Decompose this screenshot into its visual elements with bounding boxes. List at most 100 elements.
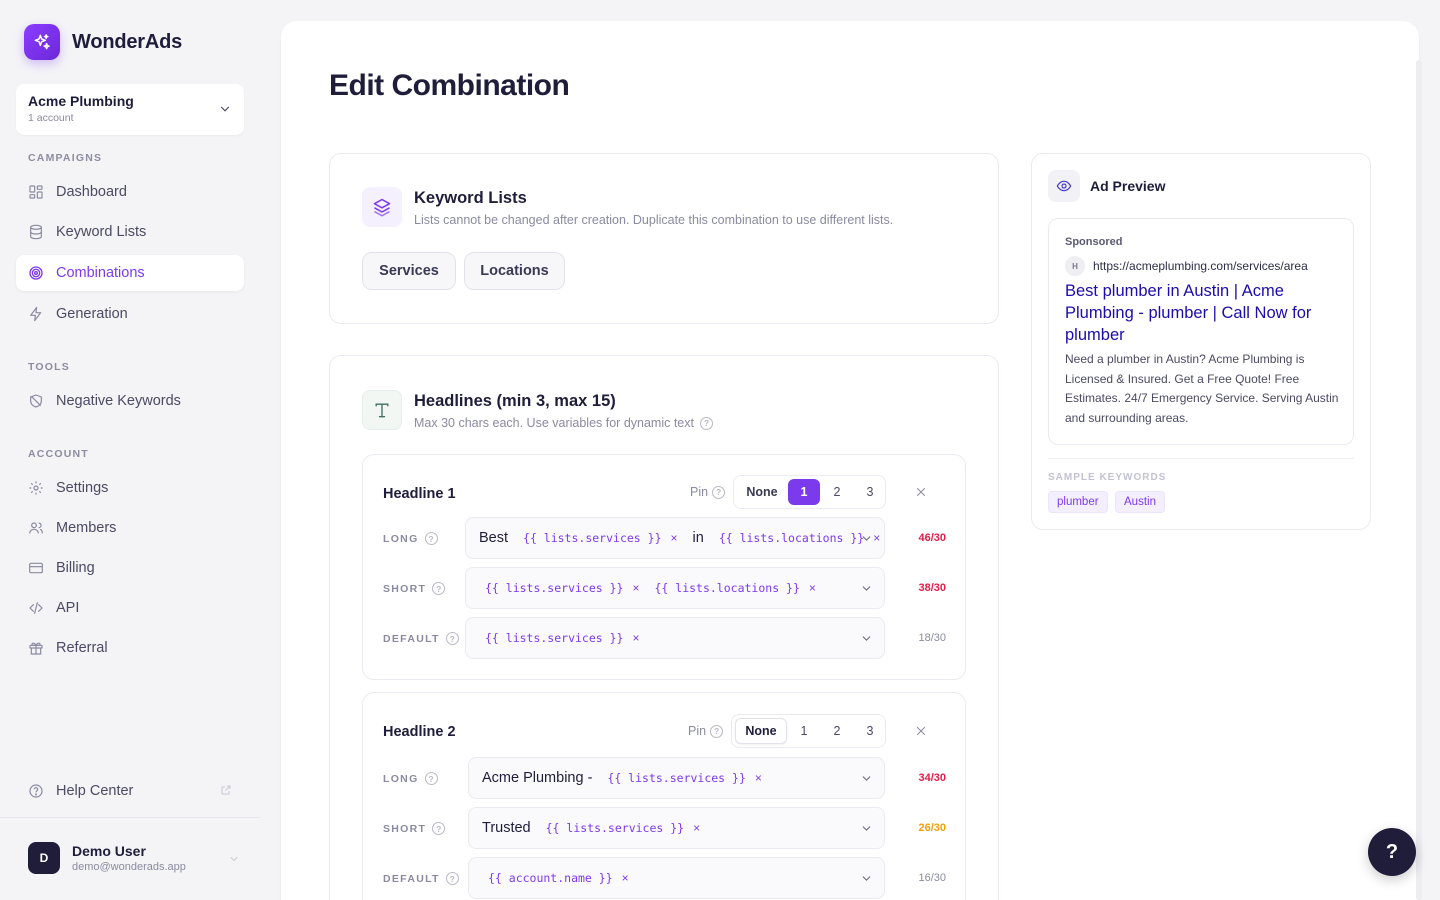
user-menu[interactable]: D Demo User demo@wonderads.app xyxy=(28,842,240,874)
variable-name: {{ lists.services }} xyxy=(607,771,746,785)
nav-item-settings[interactable]: Settings xyxy=(16,470,244,506)
ad-headline[interactable]: Best plumber in Austin | Acme Plumbing -… xyxy=(1065,280,1345,346)
field-text: Best xyxy=(479,530,509,546)
ad-description: Need a plumber in Austin? Acme Plumbing … xyxy=(1065,352,1339,425)
shield-off-icon xyxy=(28,393,44,409)
nav-item-negative-keywords[interactable]: Negative Keywords xyxy=(16,383,244,419)
headlines-title: Headlines (min 3, max 15) xyxy=(414,392,616,410)
bolt-icon xyxy=(28,306,44,322)
pin-option-2[interactable]: 2 xyxy=(821,718,853,744)
remove-variable-icon[interactable]: × xyxy=(632,581,639,595)
external-link-icon xyxy=(220,784,232,800)
scrollbar[interactable] xyxy=(1416,60,1422,900)
divider xyxy=(1048,458,1354,459)
help-icon[interactable]: ? xyxy=(710,724,724,738)
long-headline-field[interactable]: Best {{ lists.services }} × in {{ lists.l… xyxy=(465,517,885,559)
default-headline-field[interactable]: {{ lists.services }} × xyxy=(465,617,885,659)
field-label-text: SHORT xyxy=(383,582,427,595)
field-label-long: LONG? xyxy=(383,532,438,545)
field-text: in xyxy=(692,530,704,546)
variable-chip: {{ lists.services }} × xyxy=(523,531,678,545)
gear-icon xyxy=(28,480,44,496)
help-icon[interactable]: ? xyxy=(699,416,713,430)
nav-item-members[interactable]: Members xyxy=(16,510,244,546)
pin-option-2[interactable]: 2 xyxy=(821,479,853,505)
page-title: Edit Combination xyxy=(329,69,570,102)
remove-variable-icon[interactable]: × xyxy=(622,871,629,885)
pin-option-none[interactable]: None xyxy=(737,479,787,505)
help-icon[interactable]: ? xyxy=(445,872,459,885)
chevron-down-icon[interactable] xyxy=(860,632,873,650)
nav-item-keyword-lists[interactable]: Keyword Lists xyxy=(16,214,244,250)
chevron-down-icon[interactable] xyxy=(860,872,873,890)
nav-item-billing[interactable]: Billing xyxy=(16,550,244,586)
remove-variable-icon[interactable]: × xyxy=(671,531,678,545)
remove-headline-button[interactable] xyxy=(911,721,931,741)
nav-item-dashboard[interactable]: Dashboard xyxy=(16,174,244,210)
long-headline-field[interactable]: Acme Plumbing - {{ lists.services }} × xyxy=(468,757,885,799)
nav-item-combinations[interactable]: Combinations xyxy=(16,255,244,291)
chevron-down-icon xyxy=(218,102,232,121)
headline-item: Headline 2 Pin ? None 1 2 3 LONG? Acme P… xyxy=(362,692,966,900)
brand[interactable]: WonderAds xyxy=(24,24,182,60)
field-label-text: DEFAULT xyxy=(383,872,440,885)
chevron-down-icon[interactable] xyxy=(860,582,873,600)
nav-item-api[interactable]: API xyxy=(16,590,244,626)
pin-option-1[interactable]: 1 xyxy=(788,718,820,744)
nav-item-referral[interactable]: Referral xyxy=(16,630,244,666)
nav-item-label: Combinations xyxy=(56,265,145,281)
field-label-text: LONG xyxy=(383,532,419,545)
help-icon[interactable]: ? xyxy=(432,822,446,835)
account-selector[interactable]: Acme Plumbing 1 account xyxy=(16,84,244,135)
pin-option-3[interactable]: 3 xyxy=(854,718,886,744)
field-label-text: DEFAULT xyxy=(383,632,440,645)
help-icon[interactable]: ? xyxy=(712,485,726,499)
help-icon[interactable]: ? xyxy=(445,632,459,645)
field-label-text: SHORT xyxy=(383,822,427,835)
nav-item-label: Billing xyxy=(56,560,95,576)
short-headline-field[interactable]: {{ lists.services }} × {{ lists.locations… xyxy=(465,567,885,609)
remove-variable-icon[interactable]: × xyxy=(809,581,816,595)
nav-item-help-center[interactable]: Help Center xyxy=(16,773,244,809)
field-label-default: DEFAULT? xyxy=(383,872,459,885)
help-icon[interactable]: ? xyxy=(424,532,438,545)
nav-item-label: Negative Keywords xyxy=(56,393,181,409)
nav-item-label: API xyxy=(56,600,80,616)
char-count: 16/30 xyxy=(918,872,946,884)
chevron-down-icon[interactable] xyxy=(860,772,873,790)
card-icon xyxy=(28,560,44,576)
headlines-subtitle: Max 30 chars each. Use variables for dyn… xyxy=(414,416,713,430)
short-headline-field[interactable]: Trusted {{ lists.services }} × xyxy=(468,807,885,849)
field-label-long: LONG? xyxy=(383,772,438,785)
variable-name: {{ lists.services }} xyxy=(545,821,685,835)
field-text: Trusted xyxy=(482,820,531,836)
chevron-down-icon[interactable] xyxy=(860,532,873,550)
remove-headline-button[interactable] xyxy=(911,482,931,502)
keyword-lists-subtitle: Lists cannot be changed after creation. … xyxy=(414,213,894,227)
char-count: 26/30 xyxy=(918,822,946,834)
chevron-down-icon[interactable] xyxy=(860,822,873,840)
pin-selector: None 1 2 3 xyxy=(731,714,886,748)
nav-item-generation[interactable]: Generation xyxy=(16,296,244,332)
remove-variable-icon[interactable]: × xyxy=(632,631,639,645)
field-label-short: SHORT? xyxy=(383,822,446,835)
remove-variable-icon[interactable]: × xyxy=(873,531,880,545)
help-icon[interactable]: ? xyxy=(424,772,438,785)
pin-label-text: Pin xyxy=(690,485,709,499)
pin-option-none[interactable]: None xyxy=(735,718,787,744)
nav-section-tools: TOOLS xyxy=(28,361,70,373)
avatar: D xyxy=(28,842,60,874)
nav-item-label: Keyword Lists xyxy=(56,224,147,240)
headlines-subtitle-text: Max 30 chars each. Use variables for dyn… xyxy=(414,416,694,430)
remove-variable-icon[interactable]: × xyxy=(693,821,700,835)
field-text: Acme Plumbing - xyxy=(482,770,593,786)
pin-option-1[interactable]: 1 xyxy=(788,479,820,505)
keyword-lists-title: Keyword Lists xyxy=(414,189,527,207)
remove-variable-icon[interactable]: × xyxy=(755,771,762,785)
variable-name: {{ lists.services }} xyxy=(485,581,624,595)
pin-option-3[interactable]: 3 xyxy=(854,479,886,505)
default-headline-field[interactable]: {{ account.name }} × xyxy=(468,857,885,899)
help-fab-button[interactable]: ? xyxy=(1368,828,1416,876)
help-icon[interactable]: ? xyxy=(432,582,446,595)
account-count: 1 account xyxy=(28,112,74,124)
